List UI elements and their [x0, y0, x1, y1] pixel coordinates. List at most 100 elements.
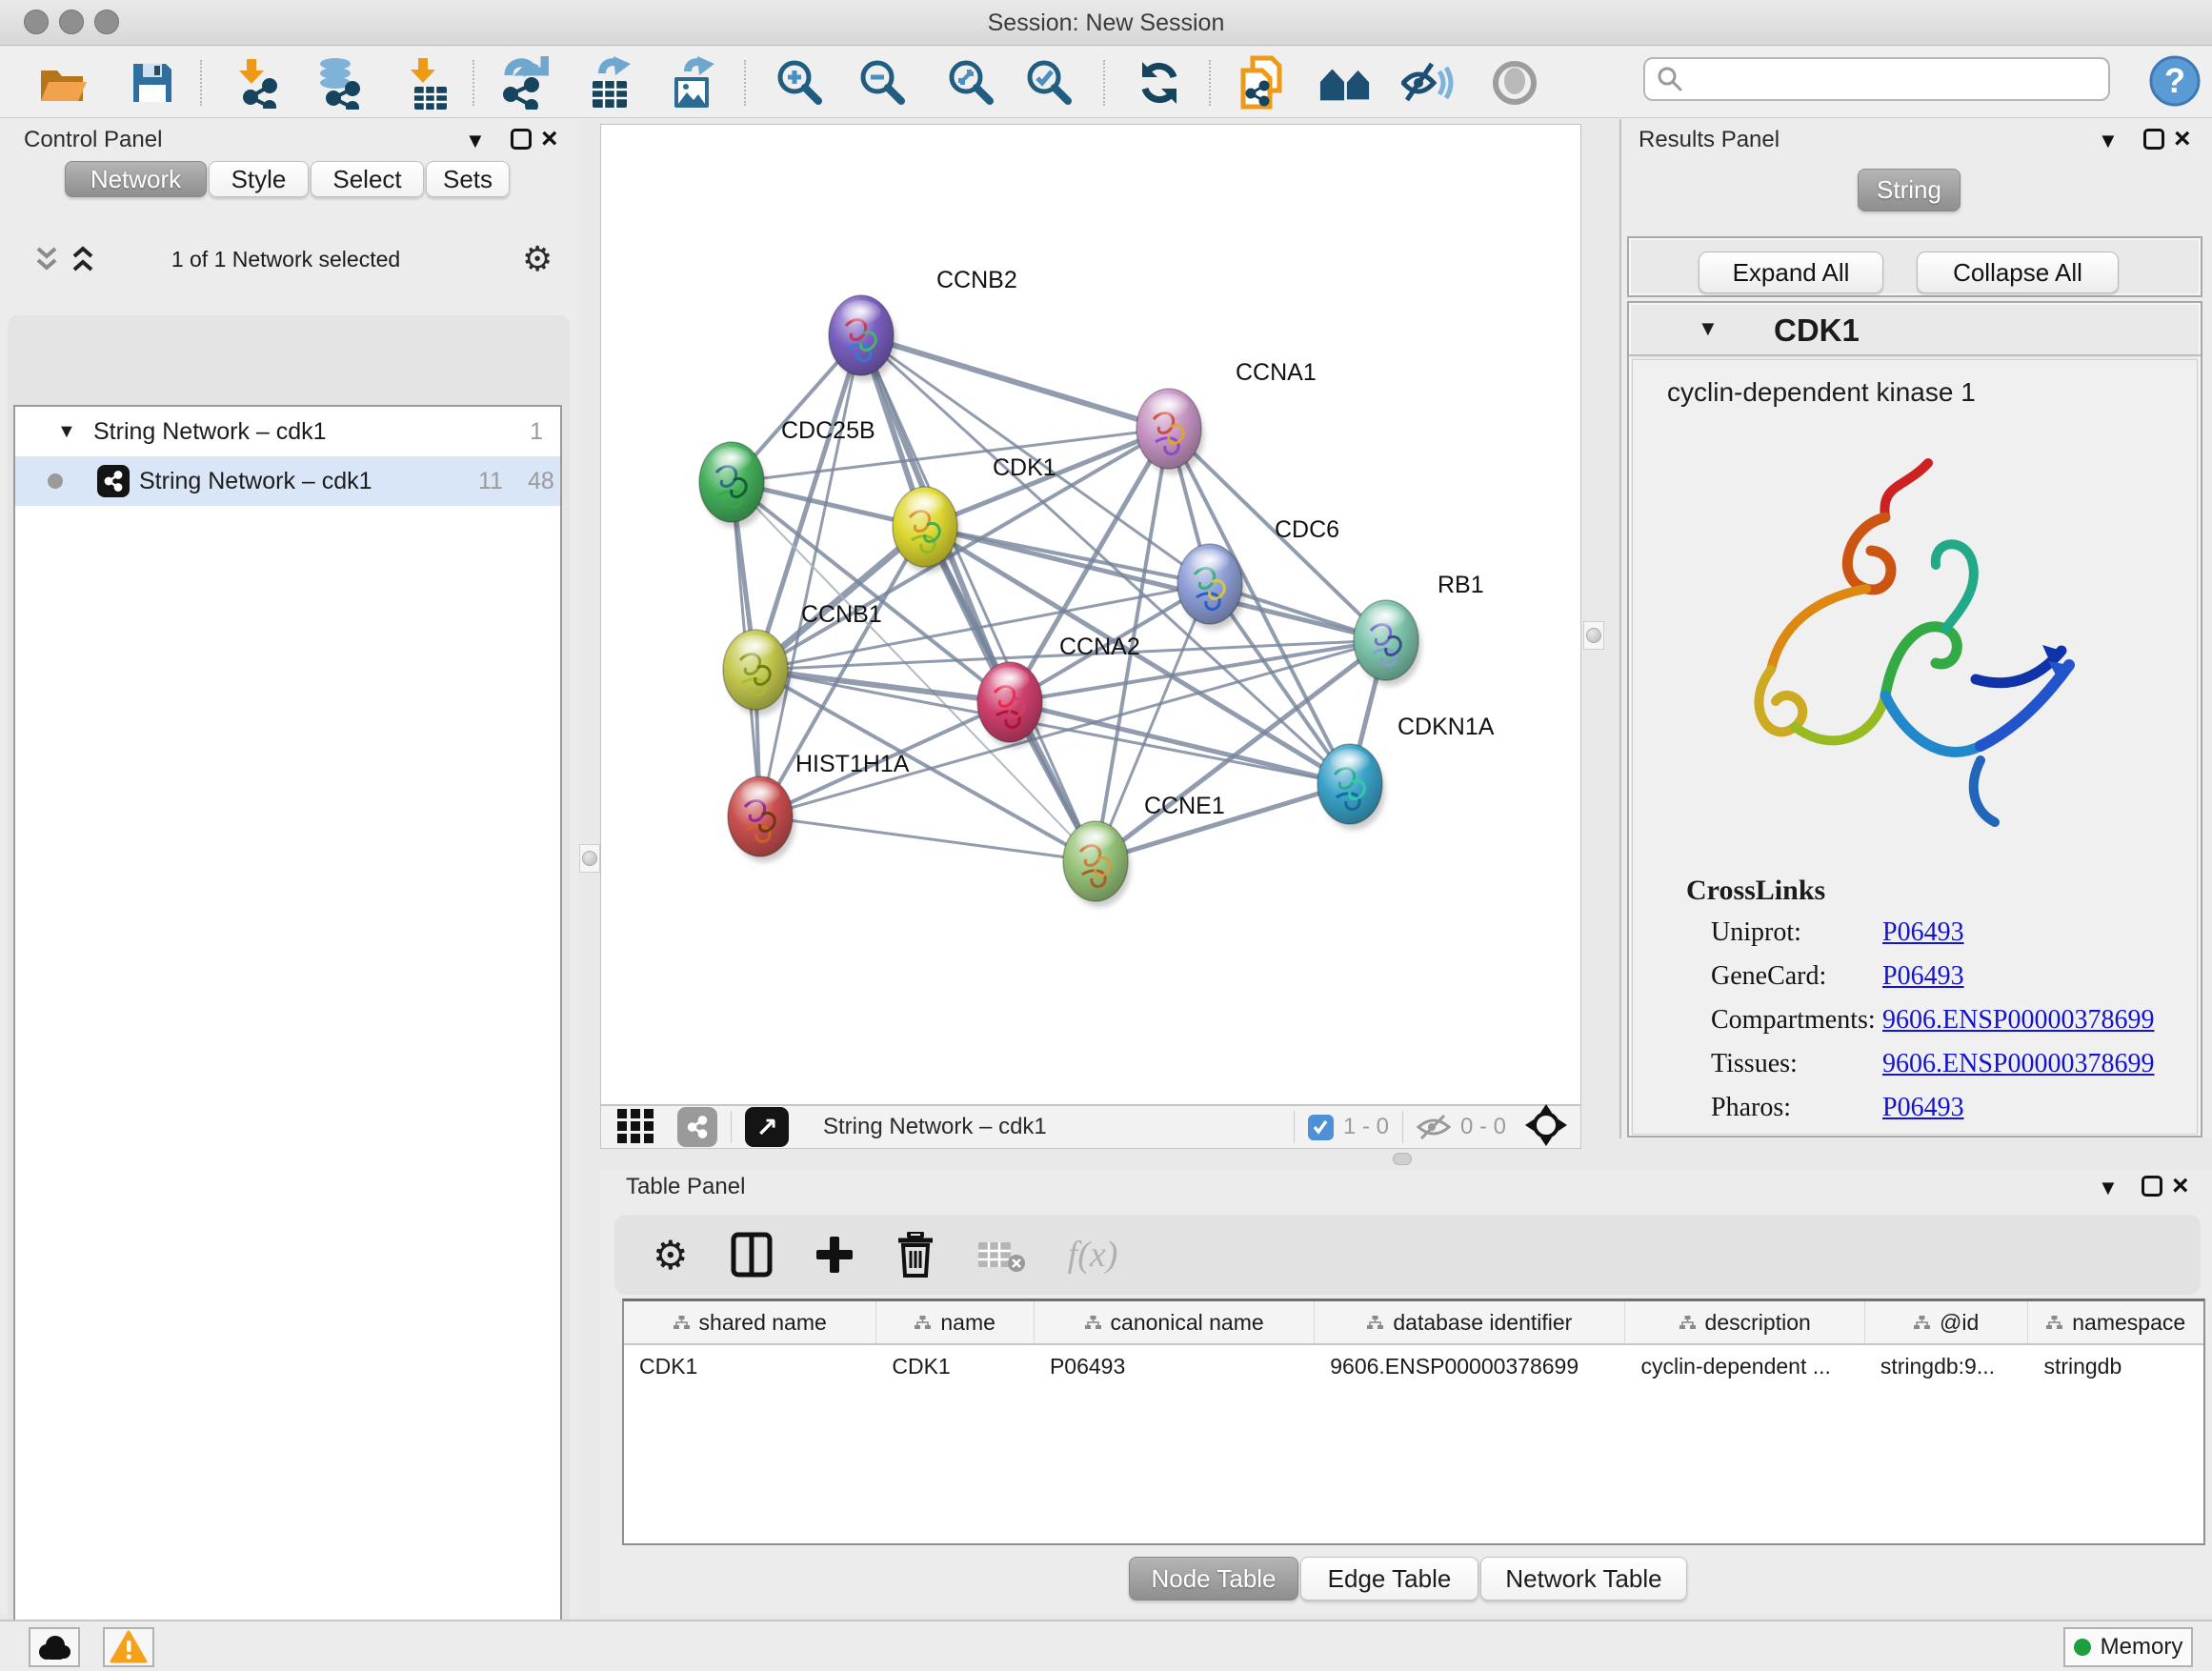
add-column-plus-icon[interactable]: [814, 1235, 855, 1275]
show-columns-icon[interactable]: [731, 1232, 773, 1278]
string-style-button[interactable]: [677, 1107, 717, 1147]
bottom-splitter-handle[interactable]: [1393, 1153, 1412, 1165]
export-image-button[interactable]: [667, 56, 720, 110]
column-header-canonical-name[interactable]: canonical name: [1035, 1301, 1315, 1343]
selected-nodes-checkbox[interactable]: [1308, 1115, 1334, 1140]
open-session-button[interactable]: [36, 56, 90, 110]
network-row-selected[interactable]: String Network – cdk1 11 48: [15, 456, 560, 506]
first-neighbors-button[interactable]: [1318, 56, 1372, 110]
float-panel-icon[interactable]: ▼: [2098, 129, 2119, 153]
network-row-label: String Network – cdk1: [139, 468, 372, 495]
crosslink-genecard-link[interactable]: P06493: [1882, 961, 1964, 992]
memory-button[interactable]: Memory: [2063, 1627, 2193, 1667]
expand-all-networks-button[interactable]: [69, 245, 97, 278]
undock-panel-icon[interactable]: [511, 129, 532, 150]
show-grid-button[interactable]: [616, 1106, 654, 1149]
network-edge[interactable]: [755, 670, 1010, 702]
network-node-CCNA1[interactable]: [1136, 389, 1204, 474]
close-panel-icon[interactable]: ×: [541, 129, 558, 150]
undock-panel-icon[interactable]: [2142, 1176, 2162, 1197]
zoom-in-button[interactable]: [774, 56, 827, 110]
table-row[interactable]: CDK1 CDK1 P06493 9606.ENSP00000378699 cy…: [624, 1345, 2203, 1387]
column-header-namespace[interactable]: namespace: [2028, 1301, 2203, 1343]
export-arrow-icon: [688, 56, 714, 75]
tab-select[interactable]: Select: [311, 161, 424, 197]
column-header-description[interactable]: description: [1625, 1301, 1864, 1343]
network-edge[interactable]: [861, 335, 1169, 429]
duplicate-network-button[interactable]: [1237, 56, 1290, 110]
collapse-triangle-icon[interactable]: ▼: [1698, 316, 1719, 341]
collapse-triangle-icon[interactable]: ▼: [57, 421, 76, 443]
crosslink-compartments-link[interactable]: 9606.ENSP00000378699: [1882, 1005, 2154, 1036]
zoom-out-button[interactable]: [856, 56, 910, 110]
warnings-button[interactable]: [103, 1627, 154, 1667]
expand-all-button[interactable]: Expand All: [1699, 252, 1883, 293]
network-node-CCNA2[interactable]: [977, 662, 1045, 748]
float-panel-icon[interactable]: ▼: [465, 129, 486, 153]
export-network-button[interactable]: [495, 56, 549, 110]
import-network-file-button[interactable]: [229, 56, 282, 110]
table-settings-gear-icon[interactable]: ⚙: [653, 1232, 689, 1278]
gene-section-header[interactable]: ▼ CDK1: [1629, 303, 2201, 356]
cell-namespace[interactable]: stringdb: [2028, 1345, 2203, 1387]
save-session-button[interactable]: [126, 56, 179, 110]
search-input[interactable]: [1693, 66, 2108, 92]
crosslink-uniprot-link[interactable]: P06493: [1882, 917, 1964, 948]
refresh-view-button[interactable]: [1133, 56, 1186, 110]
cell-database-identifier[interactable]: 9606.ENSP00000378699: [1315, 1345, 1625, 1387]
cloud-services-button[interactable]: [29, 1627, 80, 1667]
collapse-all-button[interactable]: Collapse All: [1917, 252, 2119, 293]
tab-edge-table[interactable]: Edge Table: [1300, 1557, 1478, 1601]
cell-id[interactable]: stringdb:9...: [1865, 1345, 2029, 1387]
network-options-gear-icon[interactable]: ⚙: [522, 239, 553, 279]
network-collection-row[interactable]: ▼ String Network – cdk1 1: [15, 407, 560, 456]
float-panel-icon[interactable]: ▼: [2098, 1176, 2119, 1200]
network-node-CCNB2[interactable]: [829, 295, 896, 381]
network-edge[interactable]: [760, 816, 1096, 861]
import-network-database-button[interactable]: [311, 56, 364, 110]
network-edge[interactable]: [861, 335, 1096, 861]
undock-panel-icon[interactable]: [2143, 129, 2164, 150]
help-button[interactable]: ?: [2149, 55, 2201, 111]
tab-sets[interactable]: Sets: [426, 161, 510, 197]
network-node-CDKN1A[interactable]: [1317, 744, 1385, 830]
network-node-CCNB1[interactable]: [723, 630, 791, 715]
birds-eye-view-button[interactable]: ↗: [745, 1107, 789, 1147]
network-canvas[interactable]: CCNB2CCNA1CDC25BCDK1CDC6RB1CCNB1CCNA2CDK…: [600, 124, 1581, 1105]
network-node-HIST1H1A[interactable]: [728, 776, 795, 862]
export-table-button[interactable]: [583, 56, 636, 110]
column-header-database-identifier[interactable]: database identifier: [1315, 1301, 1625, 1343]
crosslink-tissues-link[interactable]: 9606.ENSP00000378699: [1882, 1049, 2154, 1079]
tab-string[interactable]: String: [1858, 169, 1961, 211]
network-node-CDK1[interactable]: [893, 487, 960, 573]
close-panel-icon[interactable]: ×: [2174, 129, 2191, 150]
network-node-CCNE1[interactable]: [1063, 821, 1131, 907]
delete-column-trash-icon[interactable]: [896, 1232, 935, 1278]
zoom-fit-button[interactable]: [945, 56, 998, 110]
node-label-CCNB1: CCNB1: [801, 601, 882, 628]
string-network-graph[interactable]: CCNB2CCNA1CDC25BCDK1CDC6RB1CCNB1CCNA2CDK…: [601, 125, 1580, 1104]
network-edge[interactable]: [760, 335, 861, 816]
cell-name[interactable]: CDK1: [876, 1345, 1035, 1387]
crosslink-pharos-link[interactable]: P06493: [1882, 1093, 1964, 1123]
tab-network[interactable]: Network: [65, 161, 207, 197]
left-splitter-handle[interactable]: [579, 844, 600, 873]
collapse-all-networks-button[interactable]: [32, 245, 61, 278]
tab-node-table[interactable]: Node Table: [1129, 1557, 1298, 1601]
zoom-selected-button[interactable]: [1023, 56, 1076, 110]
close-panel-icon[interactable]: ×: [2172, 1176, 2189, 1197]
hide-graphics-details-button[interactable]: [1401, 56, 1455, 110]
navigate-button[interactable]: [1525, 1104, 1567, 1151]
column-header-shared-name[interactable]: shared name: [624, 1301, 876, 1343]
cell-description[interactable]: cyclin-dependent ...: [1625, 1345, 1864, 1387]
network-node-RB1[interactable]: [1354, 600, 1421, 686]
column-header-name[interactable]: name: [876, 1301, 1035, 1343]
open-folder-icon: [38, 61, 88, 105]
column-header-id[interactable]: @id: [1865, 1301, 2029, 1343]
cell-canonical-name[interactable]: P06493: [1035, 1345, 1315, 1387]
tab-network-table[interactable]: Network Table: [1480, 1557, 1687, 1601]
right-splitter-handle[interactable]: [1583, 621, 1604, 650]
tab-style[interactable]: Style: [209, 161, 309, 197]
cell-shared-name[interactable]: CDK1: [624, 1345, 876, 1387]
import-table-file-button[interactable]: [400, 56, 453, 110]
